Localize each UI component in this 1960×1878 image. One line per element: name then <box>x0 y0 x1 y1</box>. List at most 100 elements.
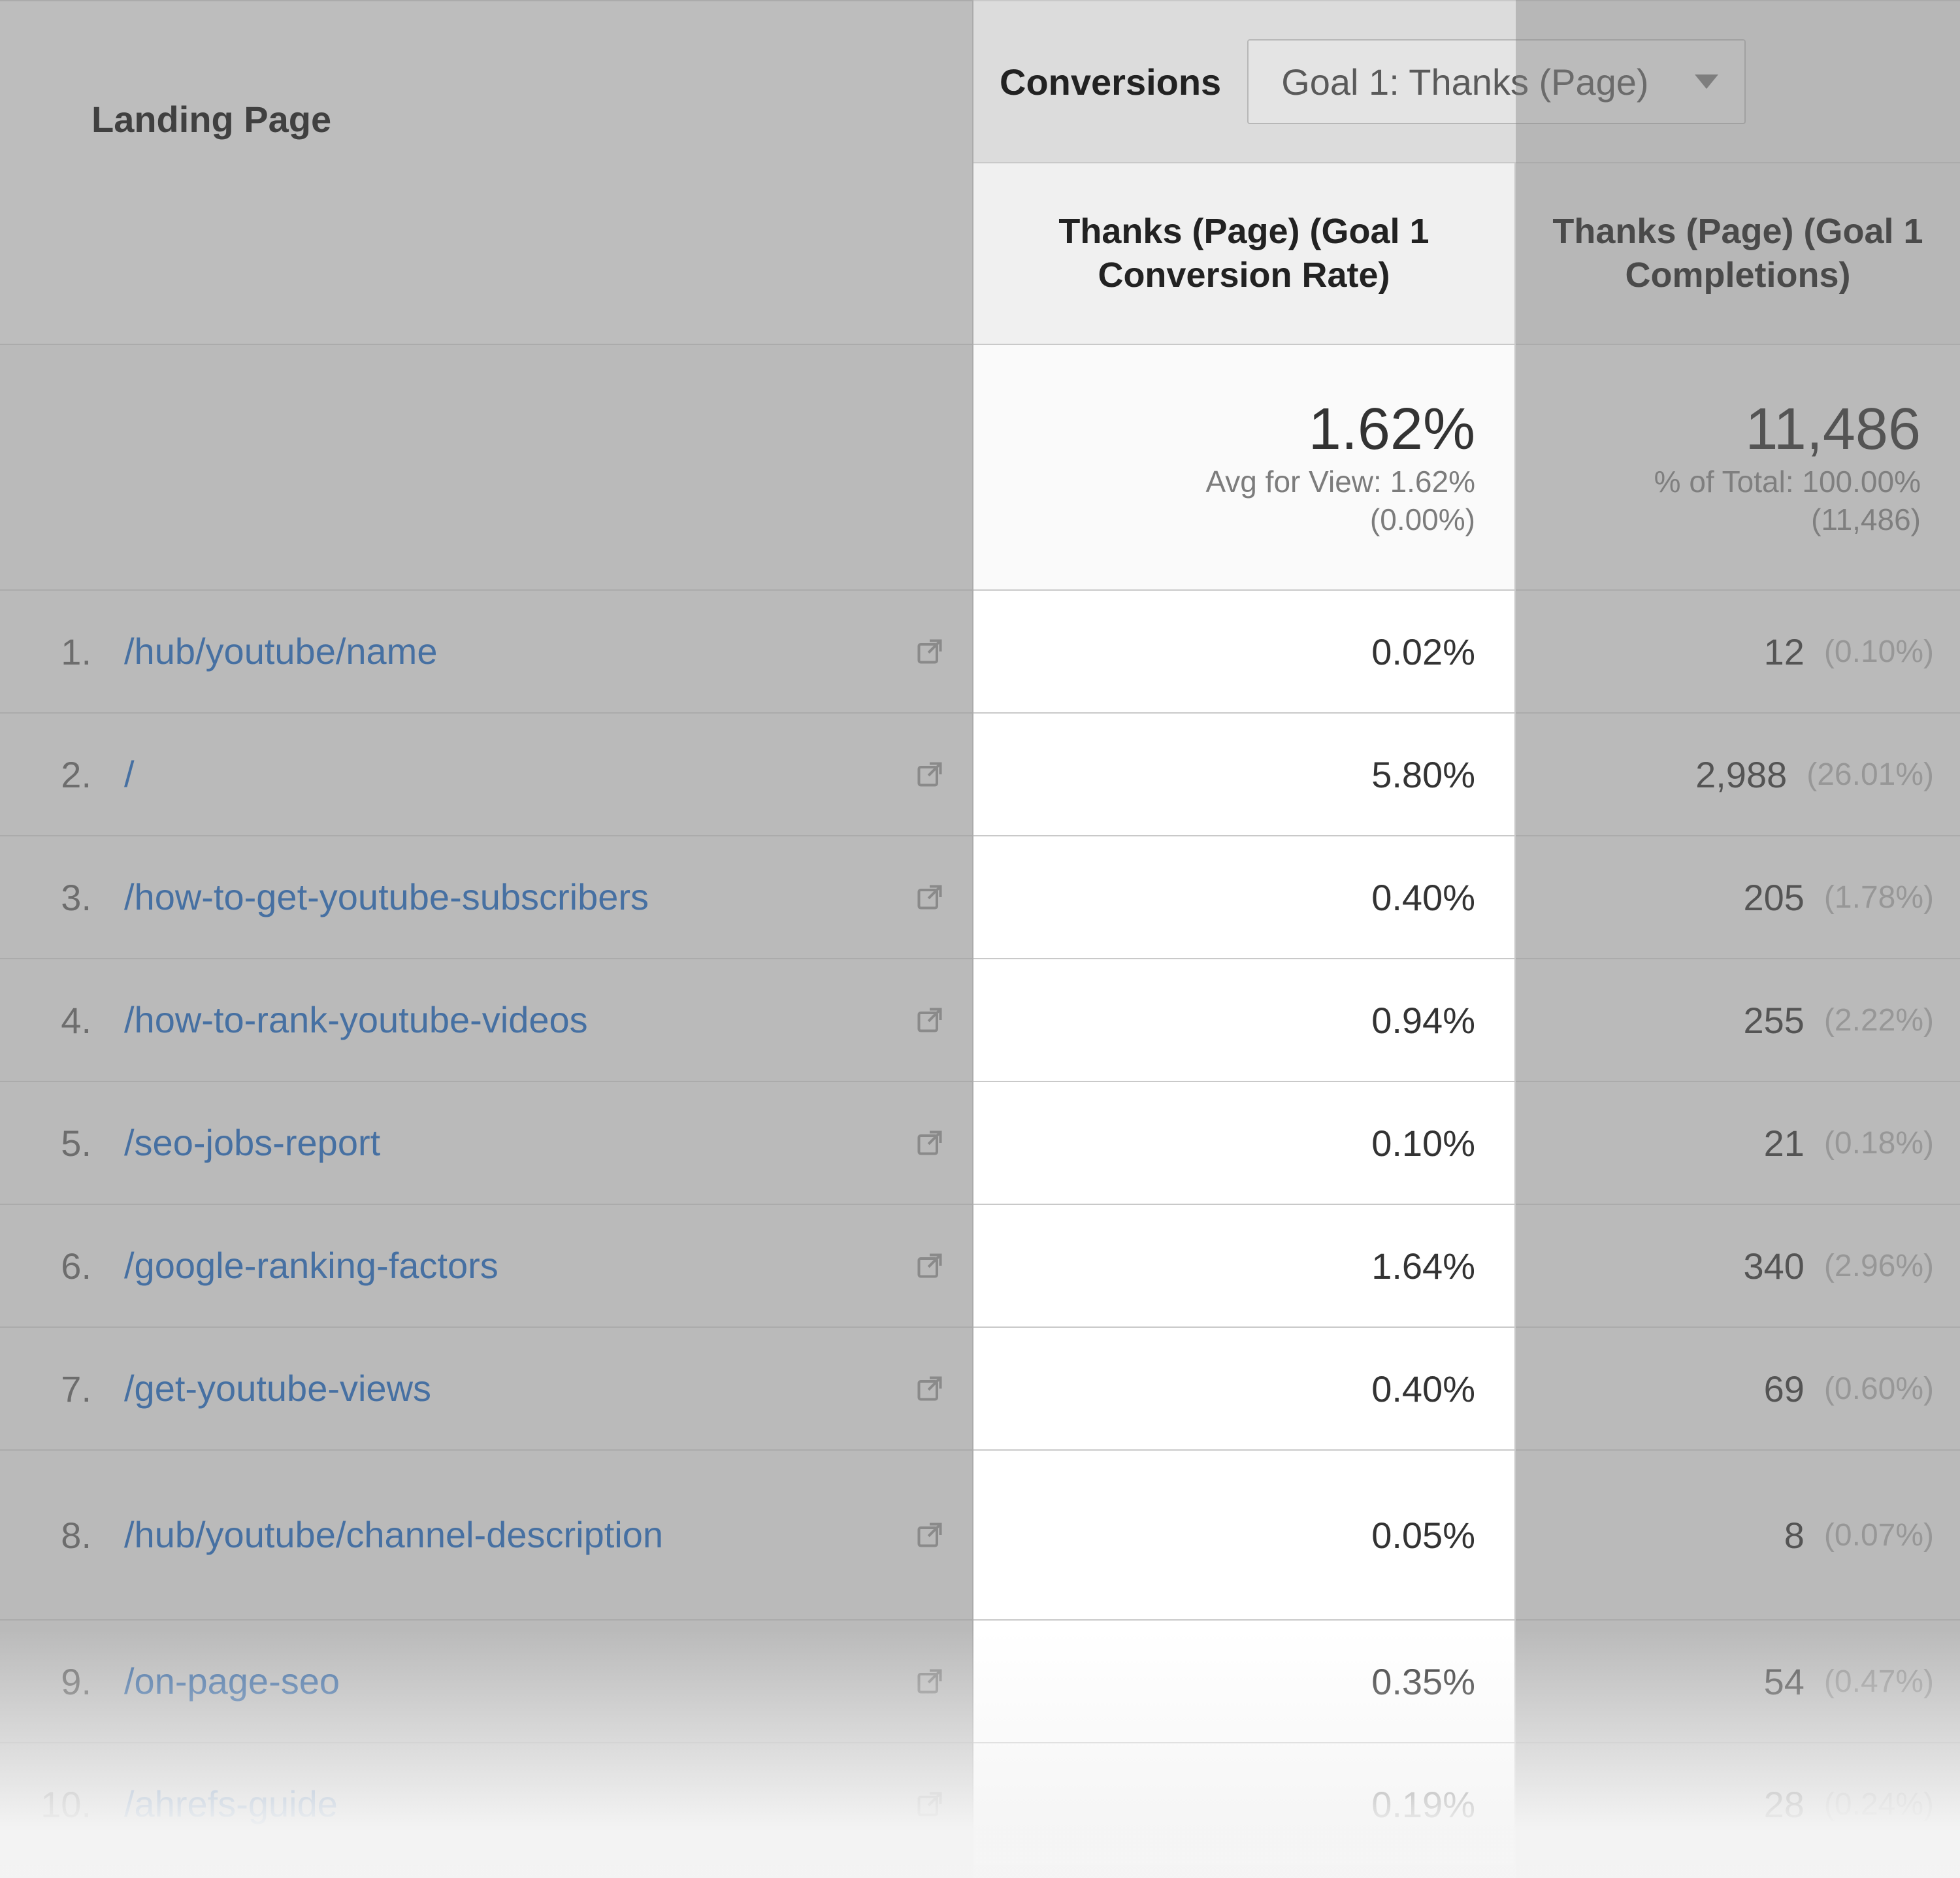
landing-page-link[interactable]: /on-page-seo <box>124 1659 881 1703</box>
chevron-down-icon <box>1695 74 1718 89</box>
landing-page-link[interactable]: /hub/youtube/name <box>124 629 881 673</box>
conversions-label: Conversions <box>1000 61 1221 103</box>
completions-value: 8 <box>1784 1514 1805 1557</box>
completions-percent: (0.60%) <box>1824 1371 1934 1407</box>
row-index: 8. <box>39 1514 91 1557</box>
landing-page-cell: 3. /how-to-get-youtube-subscribers <box>0 836 973 958</box>
completions-percent: (26.01%) <box>1806 757 1934 793</box>
completions-value: 2,988 <box>1695 753 1787 796</box>
completions-value: 12 <box>1764 631 1805 673</box>
landing-page-cell: 9./on-page-seo <box>0 1621 973 1742</box>
landing-page-link[interactable]: /ahrefs-guide <box>124 1782 881 1826</box>
landing-page-link[interactable]: /google-ranking-factors <box>124 1244 881 1287</box>
completions-value: 54 <box>1764 1660 1805 1703</box>
open-in-new-icon[interactable] <box>913 1665 946 1698</box>
column-header-conversion-rate[interactable]: Thanks (Page) (Goal 1 Conversion Rate) <box>973 163 1516 345</box>
completions-cell: 12 (0.10%) <box>1516 591 1960 712</box>
open-in-new-icon[interactable] <box>913 635 946 668</box>
completions-percent: (0.07%) <box>1824 1517 1934 1553</box>
completions-cell: 28 (0.24%) <box>1516 1743 1960 1865</box>
table-row: 2. / 5.80% 2,988 (26.01%) <box>0 714 1960 836</box>
landing-page-cell: 6. /google-ranking-factors <box>0 1205 973 1326</box>
completions-value: 340 <box>1743 1245 1804 1287</box>
landing-page-link[interactable]: /how-to-rank-youtube-videos <box>124 998 881 1042</box>
table-row: 1./hub/youtube/name0.02%12(0.10%) <box>0 591 1960 714</box>
completions-percent: (0.10%) <box>1824 634 1934 670</box>
table-header: Landing Page Conversions Goal 1: Thanks … <box>0 0 1960 345</box>
landing-page-header-label: Landing Page <box>91 98 331 140</box>
table-row: 8./hub/youtube/channel-description0.05%8… <box>0 1451 1960 1621</box>
completions-percent: (0.18%) <box>1824 1125 1934 1161</box>
landing-page-cell: 4. /how-to-rank-youtube-videos <box>0 959 973 1081</box>
table-row: 10. /ahrefs-guide 0.19% 28 (0.24%) <box>0 1743 1960 1866</box>
completions-value: 69 <box>1764 1368 1805 1410</box>
summary-completions: 11,486 % of Total: 100.00% (11,486) <box>1516 345 1960 589</box>
row-index: 6. <box>39 1245 91 1287</box>
summary-completions-value: 11,486 <box>1745 396 1921 463</box>
completions-cell: 21 (0.18%) <box>1516 1082 1960 1204</box>
open-in-new-icon[interactable] <box>913 881 946 914</box>
row-index: 10. <box>39 1783 91 1826</box>
completions-percent: (0.47%) <box>1824 1664 1934 1700</box>
row-index: 3. <box>39 876 91 919</box>
goal-selector-value: Goal 1: Thanks (Page) <box>1281 61 1648 103</box>
column-header-completions[interactable]: Thanks (Page) (Goal 1 Completions) <box>1516 163 1960 345</box>
table-row: 3./how-to-get-youtube-subscribers0.40%20… <box>0 836 1960 959</box>
conversion-rate-cell: 0.40% <box>973 1328 1516 1449</box>
open-in-new-icon[interactable] <box>913 1519 946 1551</box>
completions-value: 21 <box>1764 1122 1805 1164</box>
landing-page-link[interactable]: /how-to-get-youtube-subscribers <box>124 875 881 919</box>
landing-page-table: Landing Page Conversions Goal 1: Thanks … <box>0 0 1960 1866</box>
open-in-new-icon[interactable] <box>913 1372 946 1405</box>
table-row: 9./on-page-seo0.35% 54 (0.47%) <box>0 1621 1960 1743</box>
table-row: 7. /get-youtube-views 0.40% 69 (0.60%) <box>0 1328 1960 1451</box>
conversion-rate-cell: 5.80% <box>973 714 1516 835</box>
row-index: 4. <box>39 999 91 1042</box>
conversion-rate-cell: 0.19% <box>973 1743 1516 1865</box>
completions-percent: (1.78%) <box>1824 880 1934 915</box>
landing-page-link[interactable]: /get-youtube-views <box>124 1366 881 1410</box>
conversion-rate-cell: 0.94% <box>973 959 1516 1081</box>
open-in-new-icon[interactable] <box>913 758 946 791</box>
metric-group-header: Conversions Goal 1: Thanks (Page) <box>973 0 1960 163</box>
conversion-rate-cell: 0.05% <box>973 1451 1516 1619</box>
completions-cell: 205 (1.78%) <box>1516 836 1960 958</box>
landing-page-link[interactable]: /hub/youtube/channel-description <box>124 1513 881 1557</box>
summary-row: 1.62% Avg for View: 1.62% (0.00%) 11,486… <box>0 345 1960 591</box>
open-in-new-icon[interactable] <box>913 1004 946 1036</box>
conversion-rate-cell: 0.10% <box>973 1082 1516 1204</box>
conversion-rate-cell: 1.64% <box>973 1205 1516 1326</box>
conversion-rate-cell: 0.35% <box>973 1621 1516 1742</box>
completions-percent: (2.22%) <box>1824 1002 1934 1038</box>
landing-page-cell: 5. /seo-jobs-report <box>0 1082 973 1204</box>
landing-page-link[interactable]: /seo-jobs-report <box>124 1121 881 1164</box>
completions-cell: 8 (0.07%) <box>1516 1451 1960 1619</box>
completions-value: 28 <box>1764 1783 1805 1826</box>
row-index: 5. <box>39 1122 91 1164</box>
table-row: 6. /google-ranking-factors 1.64%340(2.96%) <box>0 1205 1960 1328</box>
row-index: 2. <box>39 753 91 796</box>
row-index: 7. <box>39 1368 91 1410</box>
completions-value: 255 <box>1743 999 1804 1042</box>
summary-conversion-rate: 1.62% Avg for View: 1.62% (0.00%) <box>973 345 1516 589</box>
completions-percent: (0.24%) <box>1824 1787 1934 1822</box>
row-index: 1. <box>39 631 91 673</box>
open-in-new-icon[interactable] <box>913 1249 946 1282</box>
table-row: 5. /seo-jobs-report 0.10% 21 (0.18%) <box>0 1082 1960 1205</box>
column-header-landing-page[interactable]: Landing Page <box>0 0 973 345</box>
landing-page-cell: 8. /hub/youtube/channel-description <box>0 1451 973 1619</box>
completions-cell: 255 (2.22%) <box>1516 959 1960 1081</box>
summary-rate-value: 1.62% <box>1309 396 1475 463</box>
completions-cell: 69 (0.60%) <box>1516 1328 1960 1449</box>
completions-value: 205 <box>1743 876 1804 919</box>
conversion-rate-cell: 0.40% <box>973 836 1516 958</box>
landing-page-cell: 1. /hub/youtube/name <box>0 591 973 712</box>
landing-page-cell: 2. / <box>0 714 973 835</box>
completions-cell: 340(2.96%) <box>1516 1205 1960 1326</box>
landing-page-cell: 10. /ahrefs-guide <box>0 1743 973 1865</box>
goal-selector-dropdown[interactable]: Goal 1: Thanks (Page) <box>1247 39 1745 124</box>
open-in-new-icon[interactable] <box>913 1127 946 1159</box>
completions-cell: 2,988 (26.01%) <box>1516 714 1960 835</box>
landing-page-link[interactable]: / <box>124 752 881 796</box>
open-in-new-icon[interactable] <box>913 1788 946 1820</box>
